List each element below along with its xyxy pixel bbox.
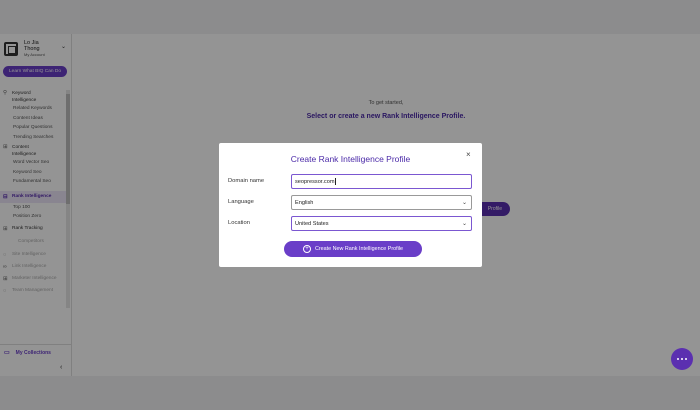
plus-circle-icon: +: [302, 245, 311, 253]
domain-field[interactable]: seopressor.com: [291, 174, 472, 189]
location-label: Location: [228, 220, 250, 226]
language-select[interactable]: English ⌄: [291, 195, 472, 210]
language-label: Language: [228, 199, 254, 205]
chevron-down-icon: ⌄: [461, 221, 467, 227]
domain-label: Domain name: [228, 178, 265, 184]
modal-title: Create Rank Intelligence Profile: [290, 154, 411, 164]
create-button-label: Create New Rank Intelligence Profile: [314, 246, 404, 252]
location-select[interactable]: United States ⌄: [291, 216, 472, 231]
create-profile-modal: Create Rank Intelligence Profile × Domai…: [219, 143, 482, 267]
text-cursor: [334, 178, 336, 185]
domain-value: seopressor.com: [295, 178, 335, 185]
create-profile-submit-button[interactable]: + Create New Rank Intelligence Profile: [284, 241, 422, 257]
chevron-down-icon: ⌄: [461, 200, 467, 206]
chat-icon: [676, 357, 688, 361]
chat-widget-button[interactable]: [671, 348, 693, 370]
close-icon[interactable]: ×: [466, 150, 471, 159]
location-value: United States: [295, 220, 329, 227]
language-value: English: [295, 199, 314, 206]
